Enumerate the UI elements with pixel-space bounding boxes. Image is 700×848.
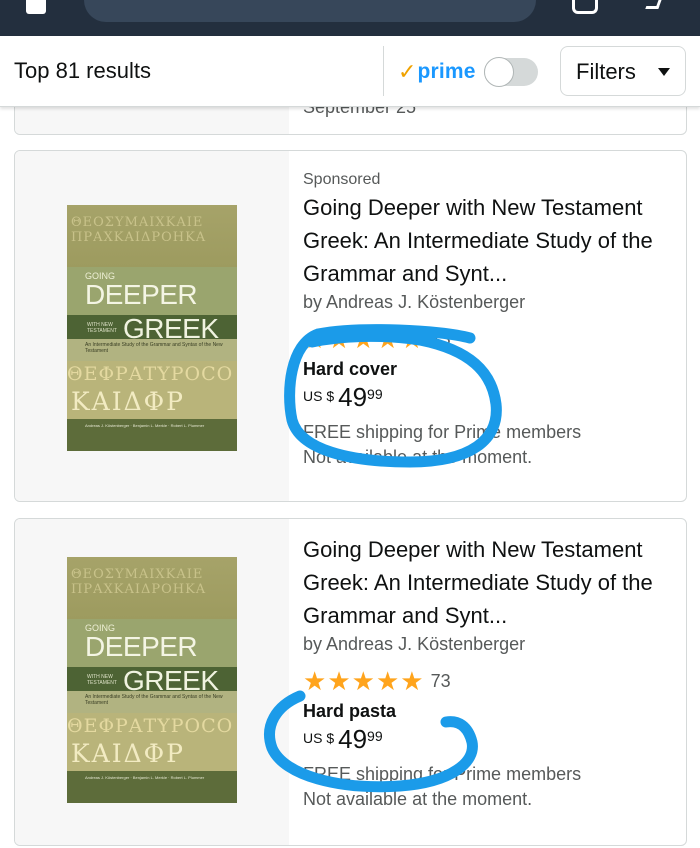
shipping-info: FREE shipping for Prime members — [303, 764, 582, 784]
star-icon: ★ — [327, 324, 351, 354]
half-star-icon: ★ — [400, 666, 424, 696]
prime-check-icon: ✓ — [398, 59, 417, 84]
cover-with-new: WITH NEW TESTAMENT — [87, 322, 117, 334]
cover-subtitle: An Intermediate Study of the Grammar and… — [85, 342, 223, 354]
book-cover-image[interactable]: ΘΕΟΣΥΜΑΙΧΚΑΙΕ ΠΡΑΧΚΑΙΔΡΟΗΚΑ GOING DEEPER … — [67, 557, 237, 803]
filters-label: Filters — [576, 59, 636, 84]
product-title[interactable]: Going Deeper with New Testament Greek: A… — [303, 533, 683, 632]
price-currency: US $ — [303, 730, 335, 746]
price-whole: 49 — [338, 724, 368, 754]
availability-info: Not available at the moment. — [303, 789, 533, 809]
rating-stars[interactable]: ★ ★ ★ ★ ★ 73 — [303, 324, 683, 354]
product-format[interactable]: Hard pasta — [303, 701, 683, 722]
star-icon: ★ — [375, 324, 400, 354]
half-star-icon: ★ — [400, 324, 424, 354]
cover-authors: Andreas J. Köstenberger · Benjamin L. Me… — [85, 775, 205, 780]
filters-button[interactable]: Filters — [560, 46, 686, 96]
star-icon: ★ — [351, 324, 375, 354]
app-top-bar — [0, 0, 700, 36]
price-currency: US $ — [303, 388, 335, 404]
star-icon: ★ — [303, 324, 327, 354]
cover-script-line1: ΘΕΦΡΑΤΥΡΟCΟ — [67, 363, 234, 385]
prime-toggle-knob — [483, 57, 514, 87]
cover-deeper: DEEPER — [85, 279, 198, 310]
cover-deeper: DEEPER — [85, 631, 198, 662]
availability-info: Not available at the moment. — [303, 447, 533, 467]
product-card[interactable]: ΘΕΟΣΥΜΑΙΧΚΑΙΕ ΠΡΑΧΚΑΙΔΡΟΗΚΑ GOING DEEPER … — [14, 518, 687, 846]
star-icon: ★ — [327, 666, 351, 696]
prime-toggle[interactable] — [483, 57, 538, 87]
product-price: US $ 49 99 — [303, 382, 683, 412]
price-whole: 49 — [338, 382, 368, 412]
cover-with-new: WITH NEW TESTAMENT — [87, 674, 117, 686]
product-author: by Andreas J. Köstenberger — [303, 292, 526, 312]
price-fraction: 99 — [367, 728, 383, 744]
product-info: Sponsored Going Deeper with New Testamen… — [303, 171, 683, 468]
product-author: by Andreas J. Köstenberger — [303, 634, 526, 654]
header-divider — [383, 46, 384, 96]
cover-script-line2: ΚΑΙΔΦΡ — [71, 387, 185, 416]
rating-count: 73 — [430, 670, 451, 691]
results-header: Top 81 results ✓ prime Filters — [0, 36, 700, 107]
sponsored-label: Sponsored — [303, 171, 381, 188]
results-count: Top 81 results — [14, 58, 151, 83]
menu-icon[interactable] — [26, 0, 46, 14]
product-price: US $ 49 99 — [303, 724, 683, 754]
star-icon: ★ — [303, 666, 327, 696]
cover-script-line1: ΘΕΦΡΑΤΥΡΟCΟ — [67, 715, 234, 737]
cover-authors: Andreas J. Köstenberger · Benjamin L. Me… — [85, 423, 205, 428]
product-title[interactable]: Going Deeper with New Testament Greek: A… — [303, 191, 683, 290]
prime-filter[interactable]: ✓ prime — [398, 56, 538, 88]
account-icon[interactable] — [645, 0, 664, 9]
rating-stars[interactable]: ★ ★ ★ ★ ★ 73 — [303, 666, 683, 696]
caret-down-icon — [658, 68, 670, 76]
rating-count: 73 — [430, 328, 451, 349]
price-fraction: 99 — [367, 386, 383, 402]
prime-logo: prime — [417, 60, 476, 83]
cover-script-line2: ΚΑΙΔΦΡ — [71, 739, 185, 768]
product-card[interactable]: ΘΕΟΣΥΜΑΙΧΚΑΙΕ ΠΡΑΧΚΑΙΔΡΟΗΚΑ GOING DEEPER … — [14, 150, 687, 502]
shipping-info: FREE shipping for Prime members — [303, 422, 582, 442]
book-cover-image[interactable]: ΘΕΟΣΥΜΑΙΧΚΑΙΕ ΠΡΑΧΚΑΙΔΡΟΗΚΑ GOING DEEPER … — [67, 205, 237, 451]
cart-icon[interactable] — [572, 0, 598, 14]
product-format[interactable]: Hard cover — [303, 359, 683, 380]
star-icon: ★ — [351, 666, 375, 696]
product-image-pane[interactable]: ΘΕΟΣΥΜΑΙΧΚΑΙΕ ΠΡΑΧΚΑΙΔΡΟΗΚΑ GOING DEEPER … — [15, 151, 289, 501]
search-input[interactable] — [84, 0, 536, 22]
product-info: Going Deeper with New Testament Greek: A… — [303, 533, 683, 810]
star-icon: ★ — [375, 666, 400, 696]
cover-subtitle: An Intermediate Study of the Grammar and… — [85, 694, 223, 706]
product-image-pane[interactable]: ΘΕΟΣΥΜΑΙΧΚΑΙΕ ΠΡΑΧΚΑΙΔΡΟΗΚΑ GOING DEEPER … — [15, 519, 289, 845]
